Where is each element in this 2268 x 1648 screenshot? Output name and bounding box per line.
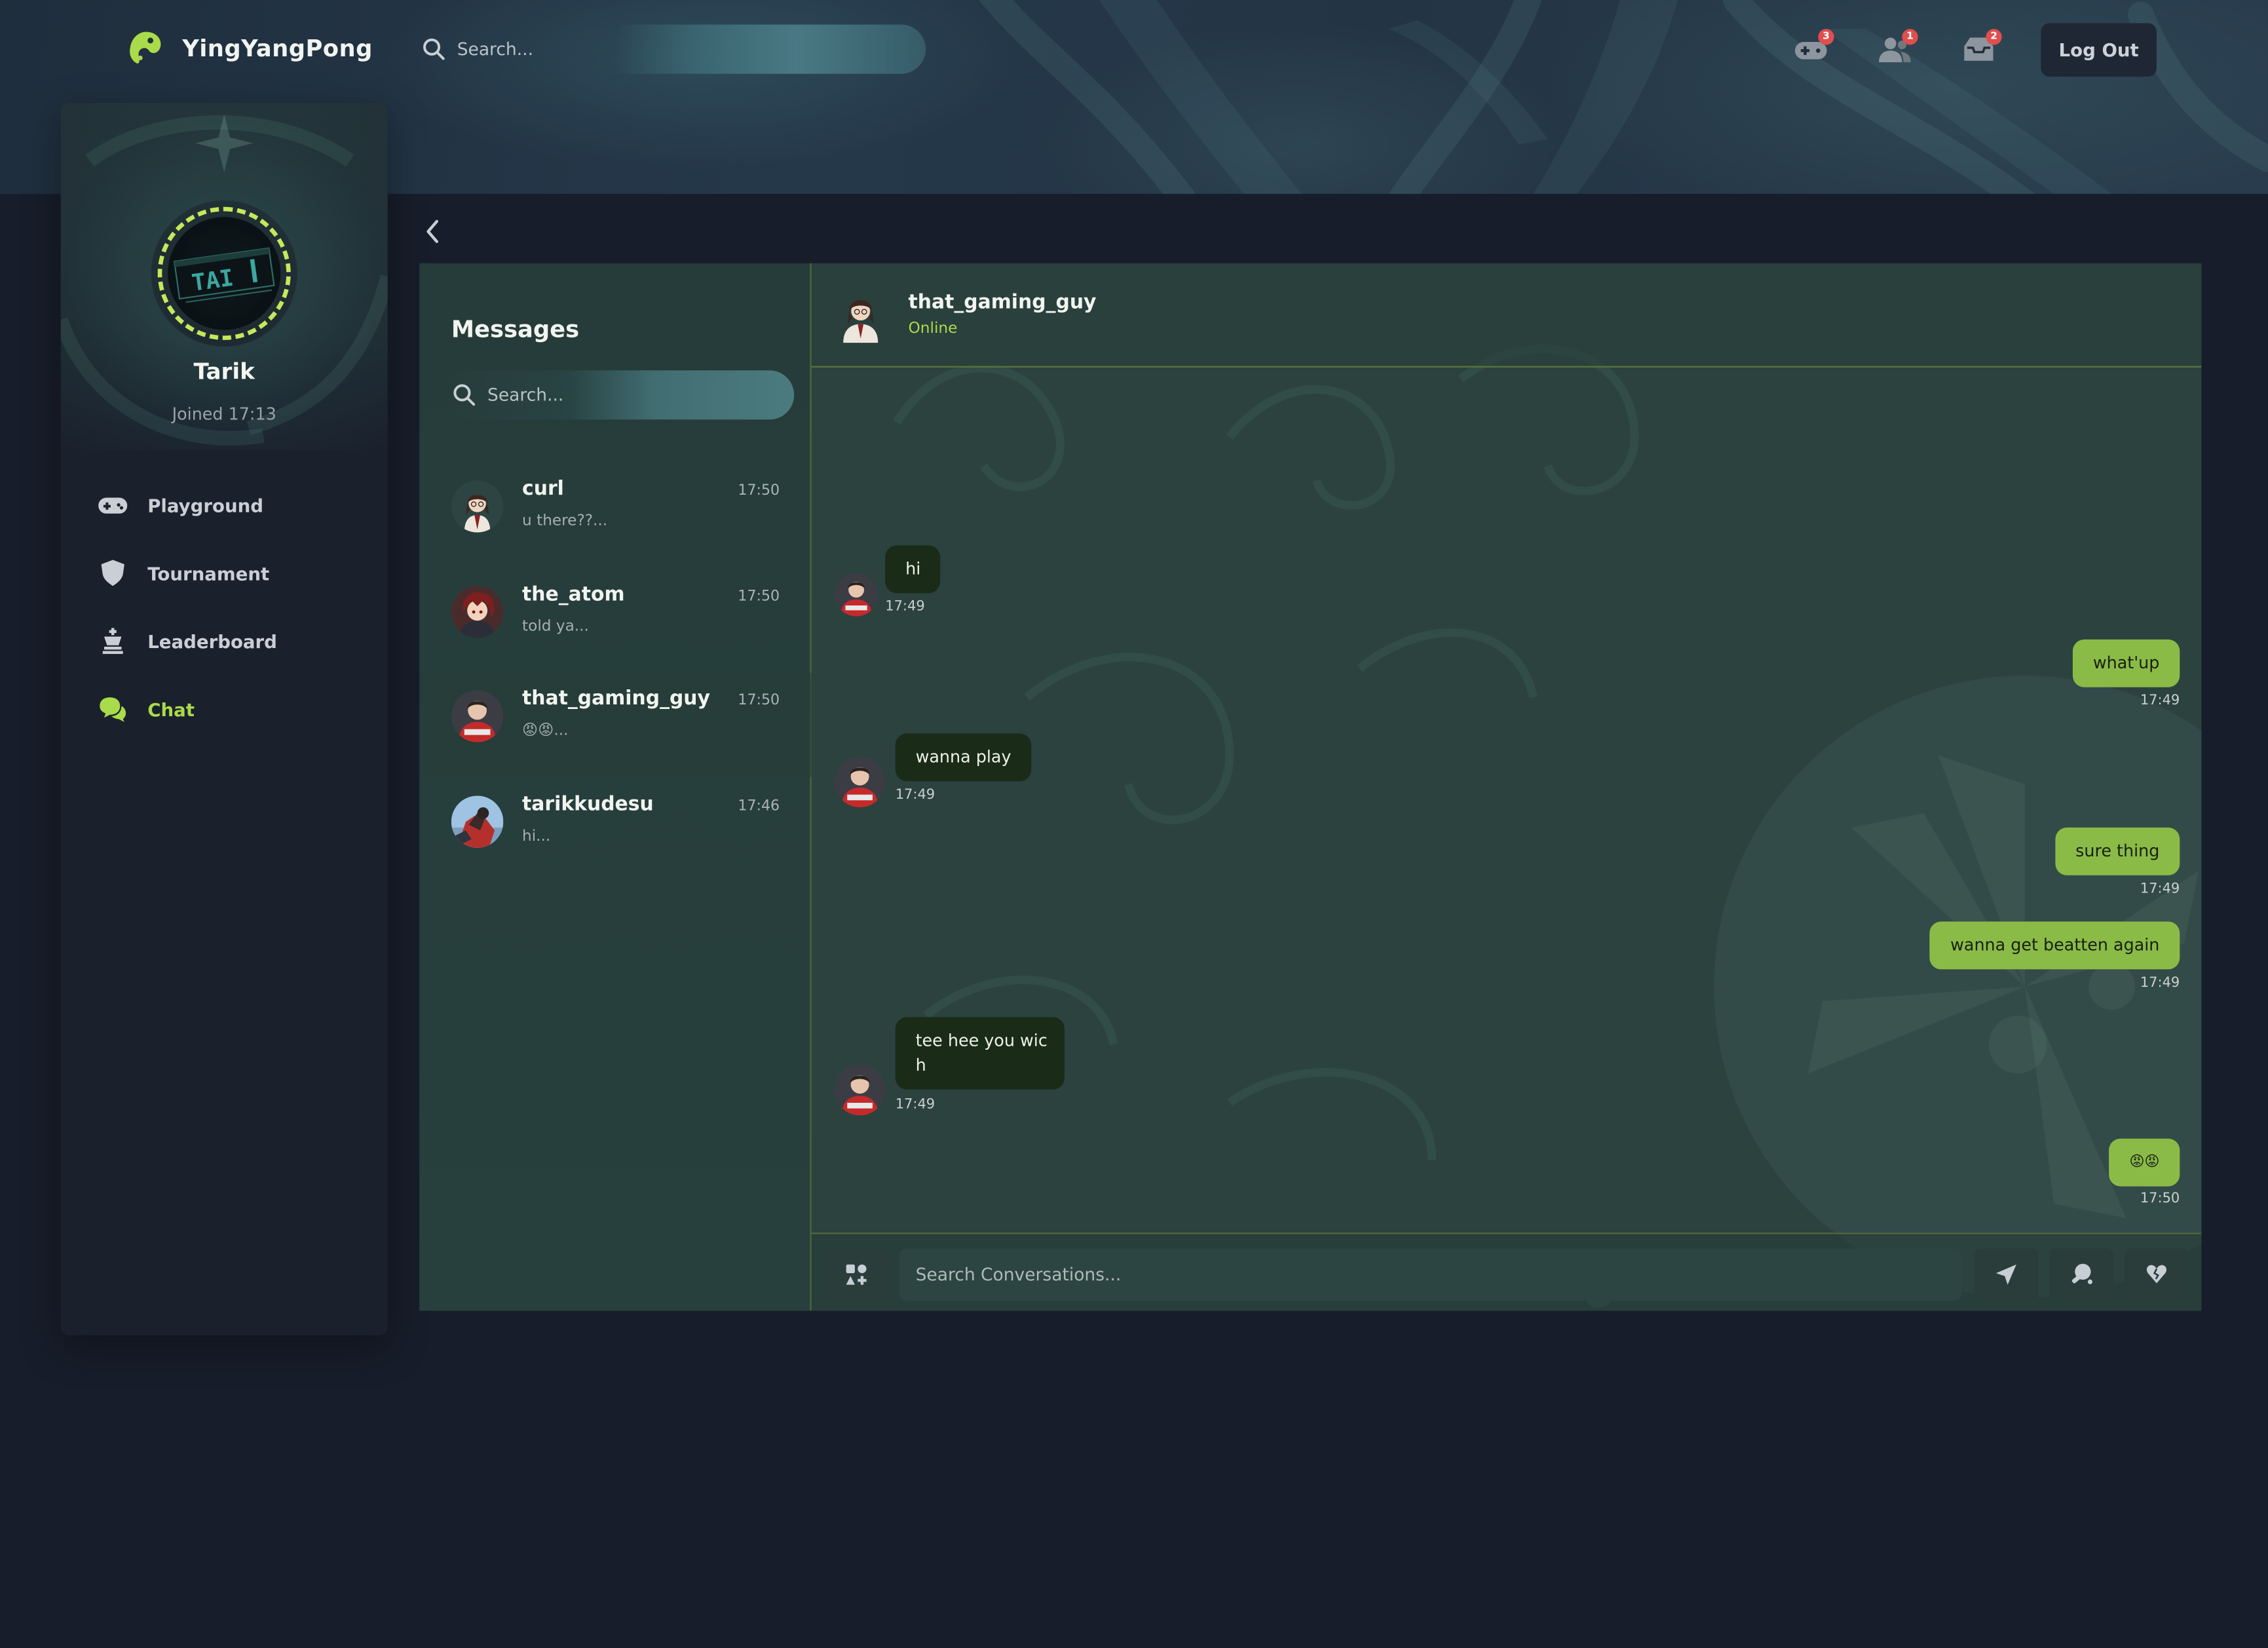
message-list: hi 17:49 what'up 17:49 wanna play 17:49 … — [812, 369, 2202, 1233]
profile-avatar-image: TAI — [168, 217, 281, 330]
app-root: YingYangPong Search... 3 1 2 Log Out TAI… — [0, 0, 2268, 1648]
contact-avatar[interactable] — [841, 288, 881, 343]
conversation-time: 17:50 — [738, 588, 780, 605]
block-user-button[interactable] — [2125, 1248, 2189, 1301]
conversation-preview: u there??... — [522, 512, 608, 530]
conversation-preview: told ya... — [522, 617, 589, 636]
conversation-item-that-gaming-guy[interactable]: that_gaming_guy 17:50 😡😡... — [419, 672, 812, 777]
message-bubble-outgoing: sure thing — [2055, 827, 2180, 875]
message-text-line-1: tee hee you wic — [915, 1030, 1048, 1050]
contact-name: that_gaming_guy — [908, 290, 1097, 315]
conversation-item-tarikkudesu[interactable]: tarikkudesu 17:46 hi... — [419, 778, 811, 883]
conversation-name: that_gaming_guy — [522, 687, 710, 711]
avatar — [451, 480, 504, 533]
avatar — [834, 573, 879, 617]
yin-yang-logo-icon — [130, 31, 161, 64]
avatar — [451, 586, 504, 638]
conversation-list-panel: Messages Search... curl 17:50 u there??.… — [419, 263, 812, 1311]
sidebar-item-leaderboard[interactable]: Leaderboard — [98, 622, 373, 659]
conversation-name: curl — [522, 477, 564, 501]
search-icon — [453, 384, 476, 406]
friends-badge: 1 — [1902, 29, 1918, 45]
profile-joined-time: Joined 17:13 — [172, 404, 276, 424]
message-bubble-incoming: wanna play — [895, 733, 1032, 782]
profile-avatar[interactable]: TAI — [157, 206, 291, 340]
emoji-picker-button[interactable] — [824, 1248, 888, 1301]
inbox-notification-button[interactable]: 2 — [1961, 29, 2002, 67]
avatar — [451, 795, 504, 848]
app-logo[interactable]: YingYangPong — [127, 29, 373, 66]
inbox-badge: 2 — [1986, 29, 2002, 45]
sidebar-item-label: Tournament — [147, 562, 270, 584]
global-search[interactable]: Search... — [407, 24, 926, 74]
shield-icon — [98, 558, 127, 587]
message-bubble-incoming: tee hee you wic h — [895, 1017, 1065, 1090]
chat-window: Messages Search... curl 17:50 u there??.… — [419, 263, 2202, 1311]
sidebar-item-label: Leaderboard — [147, 630, 277, 652]
conversation-time: 17:50 — [738, 483, 780, 499]
sidebar-item-chat[interactable]: Chat — [98, 690, 373, 727]
avatar — [834, 756, 886, 808]
back-button[interactable] — [419, 217, 448, 246]
conversation-preview: hi... — [522, 827, 551, 845]
message-input[interactable] — [899, 1248, 1961, 1301]
message-time: 17:49 — [2140, 881, 2180, 897]
logout-button[interactable]: Log Out — [2041, 23, 2157, 77]
games-badge: 3 — [1818, 29, 1834, 45]
sidebar-item-label: Chat — [147, 698, 195, 720]
chevron-left-icon — [426, 220, 438, 243]
global-search-placeholder: Search... — [457, 39, 533, 60]
sidebar-item-playground[interactable]: Playground — [98, 486, 373, 524]
profile-name: Tarik — [193, 358, 255, 385]
message-time: 17:50 — [2140, 1191, 2180, 1207]
conversation-name: tarikkudesu — [522, 792, 654, 816]
message-time: 17:49 — [895, 1096, 936, 1113]
message-time: 17:49 — [885, 599, 925, 615]
paper-plane-icon — [1995, 1264, 2016, 1285]
message-time: 17:49 — [2140, 693, 2180, 709]
sidebar: TAI Tarik Joined 17:13 Playground Tourna… — [60, 102, 388, 1335]
chess-king-icon — [98, 626, 127, 655]
conversation-name: the_atom — [522, 583, 625, 607]
message-time: 17:49 — [2140, 975, 2180, 991]
conversation-item-curl[interactable]: curl 17:50 u there??... — [419, 463, 811, 567]
chat-bubbles-icon — [98, 695, 127, 723]
ping-pong-icon — [2071, 1263, 2092, 1284]
conversation-time: 17:50 — [738, 693, 780, 709]
sidebar-item-tournament[interactable]: Tournament — [98, 554, 373, 592]
message-bubble-outgoing: wanna get beatten again — [1930, 921, 2180, 970]
games-notification-button[interactable]: 3 — [1794, 29, 1834, 67]
message-bubble-outgoing: what'up — [2072, 639, 2180, 687]
conversation-preview: 😡😡... — [522, 721, 569, 740]
search-icon — [423, 38, 445, 60]
friends-notification-button[interactable]: 1 — [1878, 29, 1918, 67]
conversation-list-title: Messages — [451, 315, 580, 343]
message-text-line-2: h — [915, 1054, 926, 1075]
message-time: 17:49 — [895, 787, 936, 803]
conversation-search[interactable]: Search... — [448, 370, 795, 420]
message-bubble-incoming: hi — [885, 545, 941, 594]
contact-status: Online — [908, 319, 958, 337]
conversation-search-placeholder: Search... — [487, 385, 564, 406]
sidebar-item-label: Playground — [147, 493, 264, 516]
svg-text:TAI: TAI — [190, 264, 235, 296]
message-composer — [811, 1233, 2202, 1311]
message-bubble-outgoing: 😡😡 — [2109, 1138, 2180, 1187]
avatar — [834, 1065, 886, 1116]
sticker-icon — [846, 1264, 867, 1285]
gamepad-icon — [98, 490, 128, 519]
conversation-time: 17:46 — [738, 798, 780, 815]
conversation-item-the-atom[interactable]: the_atom 17:50 told ya... — [419, 569, 811, 673]
send-button[interactable] — [1974, 1248, 2038, 1301]
invite-game-button[interactable] — [2049, 1248, 2113, 1301]
heart-broken-icon — [2146, 1265, 2167, 1284]
avatar — [451, 690, 504, 742]
chat-header: that_gaming_guy Online — [811, 263, 2202, 368]
app-name: YingYangPong — [182, 33, 373, 62]
